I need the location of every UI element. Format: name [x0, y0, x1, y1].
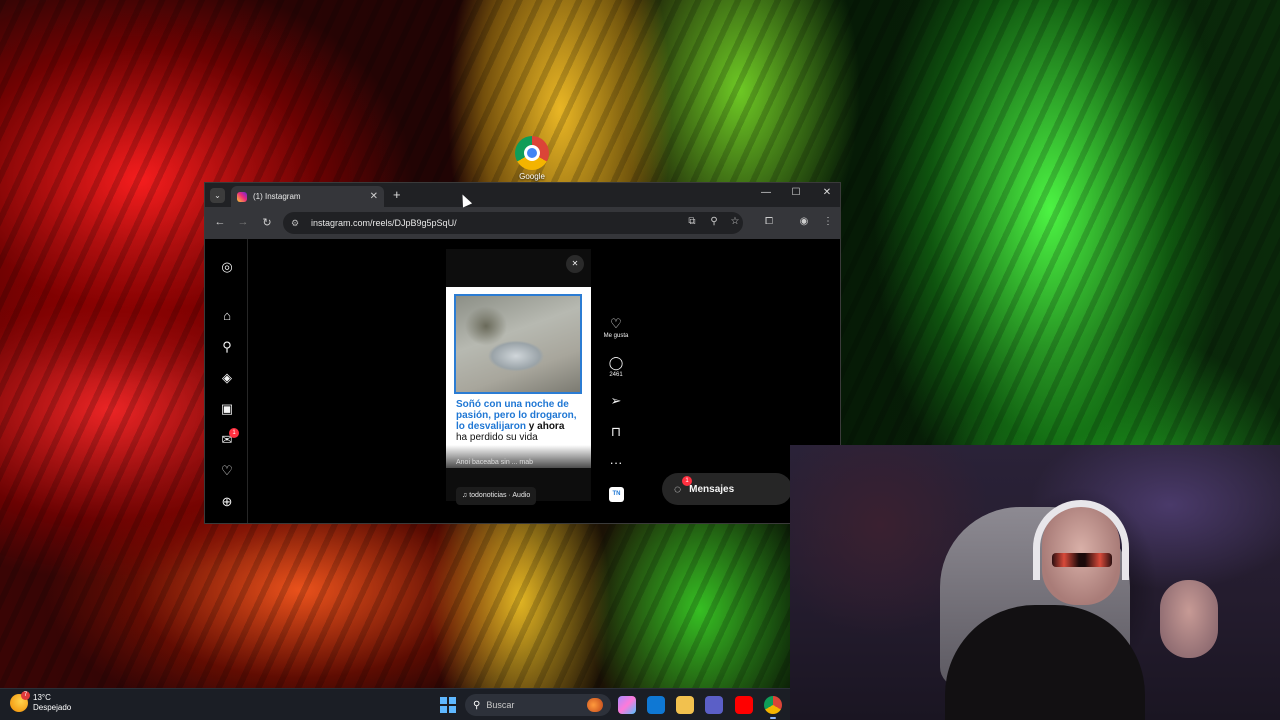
tab-search-button[interactable]: ⌄	[210, 188, 225, 203]
youtube-icon[interactable]	[735, 696, 753, 714]
site-info-icon[interactable]: ⚙	[291, 218, 305, 229]
forward-button[interactable]: →	[236, 216, 250, 228]
create-plus-icon[interactable]: ⊕	[219, 494, 235, 510]
comment-button[interactable]: ◯ 2461	[603, 355, 629, 379]
new-tab-button[interactable]: +	[393, 187, 401, 202]
glasses	[1052, 553, 1112, 567]
reels-icon[interactable]: ▣	[219, 401, 235, 417]
tab-instagram[interactable]: (1) Instagram ✕	[231, 186, 384, 207]
weather-badge: 7	[21, 691, 30, 700]
copilot-icon[interactable]	[618, 696, 636, 714]
close-window-button[interactable]: ✕	[817, 187, 837, 198]
reload-button[interactable]: ↻	[260, 216, 274, 229]
hand	[1160, 580, 1218, 658]
messages-floating-button[interactable]: ◌ 1 Mensajes	[662, 473, 792, 505]
bookmark-star-icon[interactable]: ☆	[728, 216, 742, 227]
install-app-icon[interactable]: ⧉	[685, 216, 699, 227]
share-button[interactable]: ➢	[603, 394, 629, 408]
comment-icon: ◯	[608, 355, 624, 370]
teams-icon[interactable]	[705, 696, 723, 714]
reel-caption: Soñó con una noche de pasión, pero lo dr…	[456, 399, 586, 443]
weather-temperature: 13°C	[33, 693, 51, 702]
mute-icon[interactable]: ✕	[566, 255, 584, 273]
webcam-overlay	[790, 445, 1280, 720]
browser-toolbar: ← → ↻ ⚙ instagram.com/reels/DJpB9g5pSqU/…	[205, 207, 840, 239]
weather-sun-icon: 7	[10, 691, 30, 712]
account-avatar[interactable]: TN	[609, 487, 624, 502]
menu-icon[interactable]: ⋮	[821, 216, 835, 227]
profile-icon[interactable]: ◉	[797, 216, 811, 227]
back-button[interactable]: ←	[213, 216, 227, 228]
save-button[interactable]: ⊓	[603, 425, 629, 439]
search-placeholder: Buscar	[486, 700, 515, 710]
start-windows-icon[interactable]	[440, 697, 456, 713]
chrome-taskbar-icon[interactable]	[764, 696, 782, 719]
instagram-sidebar: ◎ ⌂ ⚲ ◈ ▣ ✉ 1 ♡ ⊕	[205, 239, 248, 523]
tab-title: (1) Instagram	[253, 192, 301, 201]
caption-last-line: ha perdido su vida	[456, 432, 538, 443]
desktop-icon-google-chrome[interactable]: Google	[508, 136, 556, 181]
extensions-icon[interactable]: ⧠	[762, 216, 776, 227]
file-explorer-icon[interactable]	[676, 696, 694, 714]
notifications-heart-icon[interactable]: ♡	[219, 463, 235, 479]
chrome-icon	[515, 136, 549, 170]
minimize-button[interactable]: —	[756, 187, 776, 198]
heart-icon: ♡	[610, 316, 622, 331]
desktop-icon-label: Google	[519, 172, 545, 181]
more-icon: ···	[609, 455, 623, 470]
tab-close-icon[interactable]: ✕	[370, 191, 378, 202]
reel-bottom-text: Anoi baceaba sin ... mab	[456, 459, 534, 466]
search-icon: ⚲	[473, 699, 481, 711]
taskbar-search[interactable]: ⚲ Buscar	[465, 694, 611, 716]
reel-audio-link[interactable]: ♫ todonoticias · Audio	[456, 487, 537, 505]
explore-icon[interactable]: ◈	[219, 370, 235, 386]
browser-titlebar[interactable]: ⌄ (1) Instagram ✕ + — ☐ ✕	[205, 183, 840, 207]
messenger-icon: ◌ 1	[674, 476, 692, 496]
search-icon[interactable]: ⚲	[219, 339, 235, 355]
search-highlight-icon	[587, 698, 603, 712]
reel-video[interactable]: Soñó con una noche de pasión, pero lo dr…	[446, 287, 591, 468]
messages-badge: 1	[229, 428, 239, 438]
caption-blue-2: lo desvalijaron	[456, 421, 527, 432]
address-bar[interactable]: ⚙ instagram.com/reels/DJpB9g5pSqU/ ⧉ ⚲ ☆	[283, 212, 743, 234]
headphones	[1033, 500, 1129, 580]
like-button[interactable]: ♡ Me gusta	[603, 316, 629, 340]
like-label: Me gusta	[603, 333, 629, 339]
home-icon[interactable]: ⌂	[219, 308, 235, 324]
more-options-button[interactable]: ···	[603, 456, 629, 470]
weather-condition: Despejado	[33, 703, 72, 712]
instagram-favicon-icon	[237, 191, 247, 202]
send-icon: ➢	[610, 393, 622, 408]
caption-blue-1: Soñó con una noche de pasión, pero lo dr…	[456, 399, 577, 421]
comment-count: 2461	[609, 372, 623, 378]
taskbar: 7 13°C Despejado ⚲ Buscar	[0, 688, 790, 720]
maximize-button[interactable]: ☐	[786, 187, 806, 198]
instagram-logo-icon[interactable]: ◎	[219, 259, 235, 275]
bookmark-icon: ⊓	[610, 424, 622, 439]
weather-widget[interactable]: 7 13°C Despejado	[10, 691, 72, 713]
reel-player[interactable]: ✕ Soñó con una noche de pasión, pero lo …	[446, 249, 591, 505]
reel-photo	[454, 294, 582, 394]
outlook-icon[interactable]	[647, 696, 665, 714]
zoom-icon[interactable]: ⚲	[707, 216, 721, 227]
caption-dark: y ahora	[526, 421, 565, 432]
url-text: instagram.com/reels/DJpB9g5pSqU/	[311, 218, 457, 228]
mensajes-label: Mensajes	[689, 483, 735, 495]
mensajes-badge: 1	[682, 476, 692, 486]
